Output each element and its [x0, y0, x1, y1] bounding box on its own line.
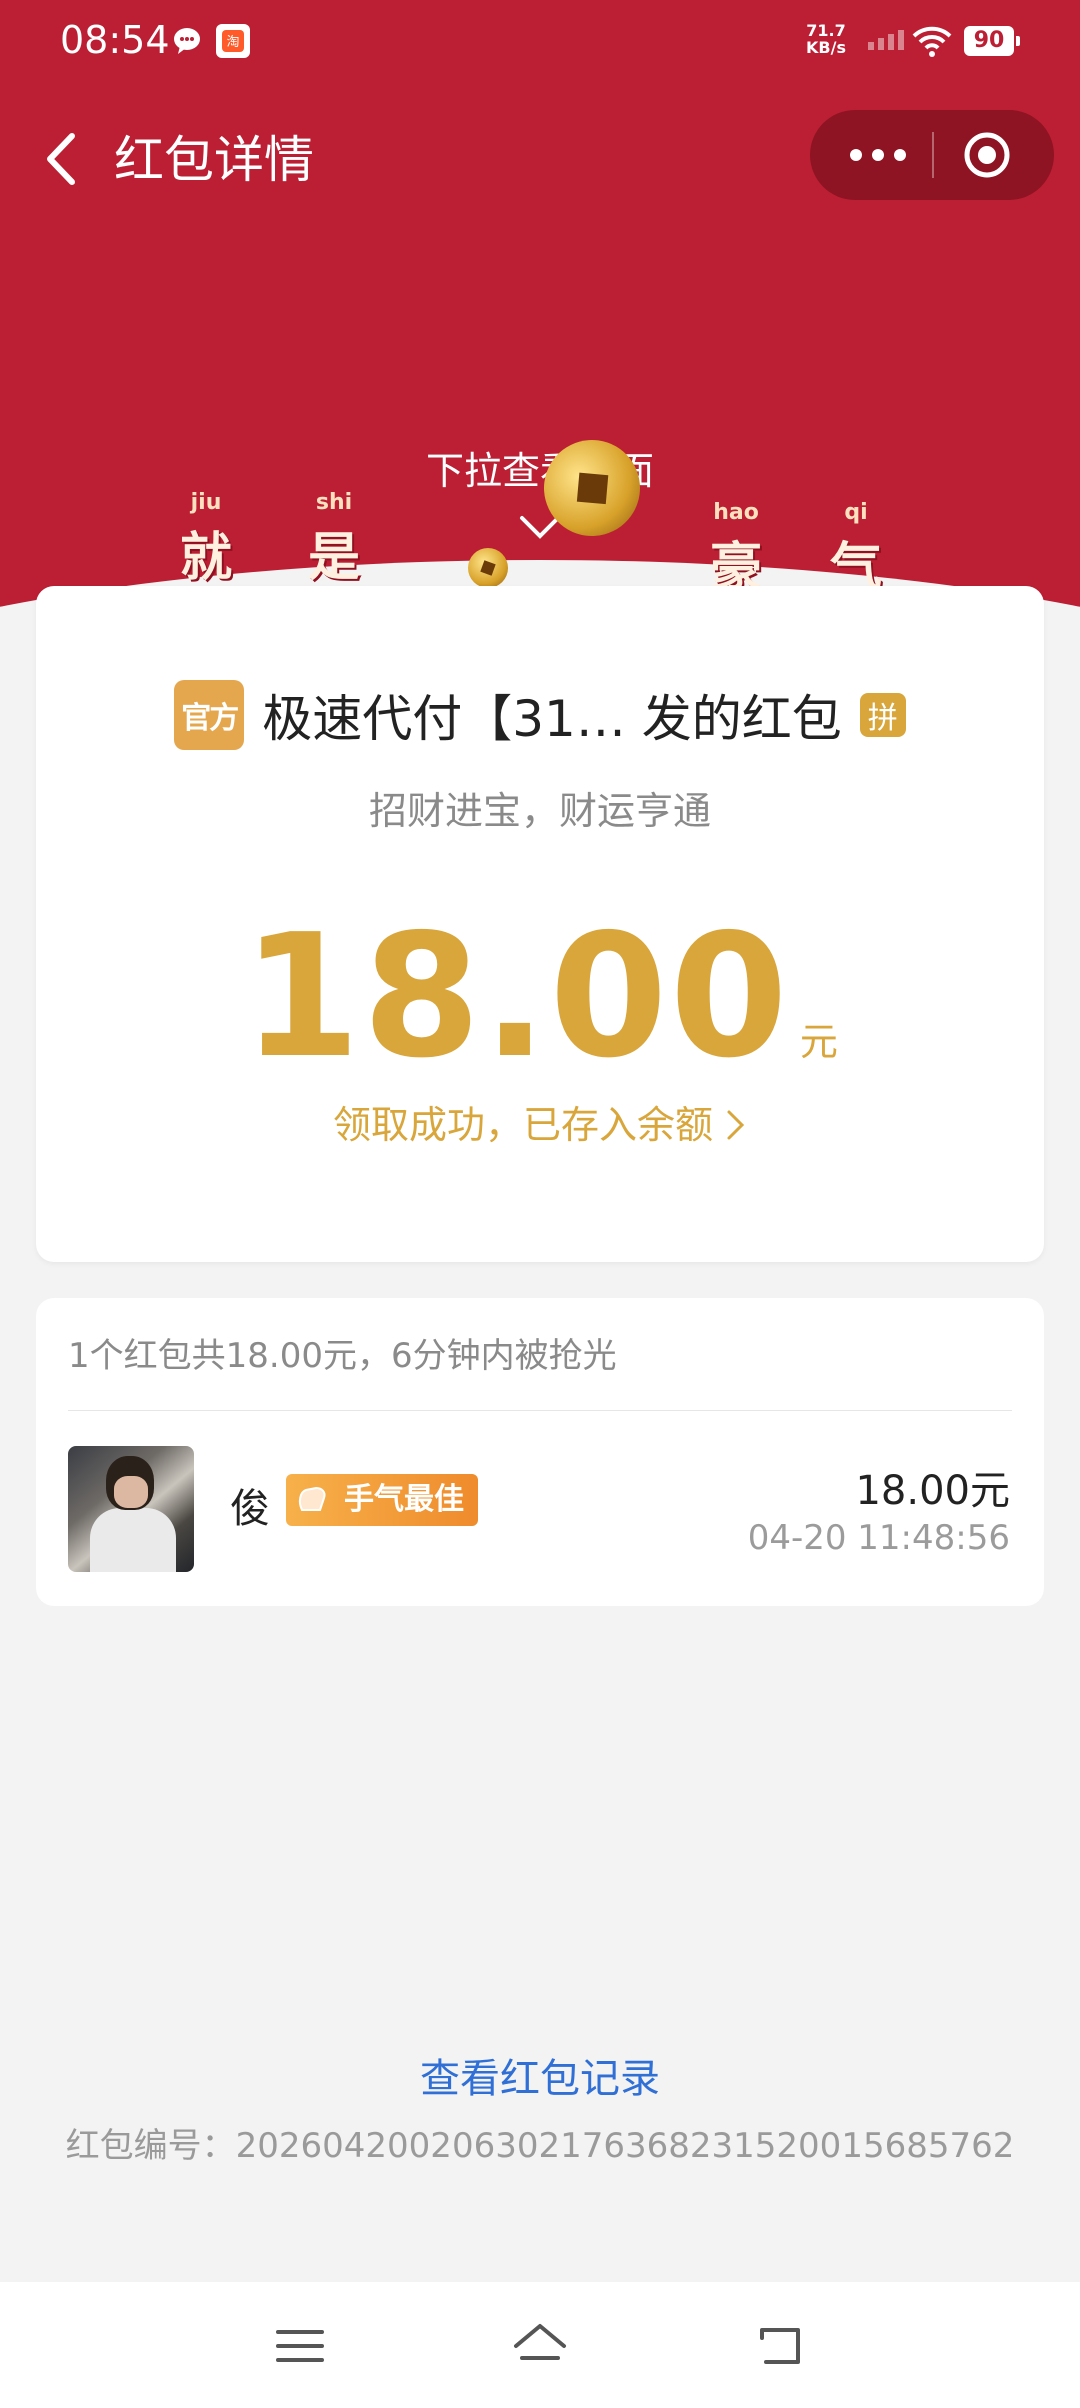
amount-unit: 元	[799, 1020, 838, 1064]
home-icon[interactable]	[510, 2316, 570, 2376]
cover-char-1: jiu 就	[179, 490, 232, 588]
battery-icon: 90	[964, 26, 1020, 56]
red-packet-card: 官方 极速代付【31… 发的红包 拼 招财进宝，财运亨通 18.00 元 领取成功…	[36, 586, 1044, 1262]
back-icon[interactable]	[750, 2316, 810, 2376]
target-close-icon[interactable]	[962, 130, 1012, 180]
cover-header: 08:54 淘 71.7 KB/s 90 红包详情 下拉查看封面 jiu 就 s…	[0, 0, 1080, 640]
sender-name: 极速代付【31… 发的红包	[262, 690, 842, 748]
pull-cover-hint[interactable]: 下拉查看封面	[0, 440, 1080, 495]
chat-bubble-icon	[172, 26, 202, 56]
signal-icon	[868, 30, 904, 50]
back-button[interactable]	[30, 124, 100, 194]
system-nav-bar	[0, 2282, 1080, 2408]
amount-row: 18.00 元	[36, 898, 1044, 1096]
pin-badge: 拼	[859, 693, 906, 737]
best-luck-label: 手气最佳	[344, 1482, 464, 1517]
more-dots-icon[interactable]	[850, 140, 920, 170]
status-time: 08:54	[60, 18, 170, 62]
cover-char-2: shi 是	[307, 490, 360, 588]
status-bar: 08:54 淘 71.7 KB/s 90	[0, 0, 1080, 84]
nav-bar: 红包详情	[0, 110, 1080, 210]
received-time: 04-20 11:48:56	[747, 1518, 1010, 1558]
list-divider	[68, 1410, 1012, 1411]
receiver-name: 俊	[230, 1486, 270, 1532]
received-amount: 18.00元	[855, 1468, 1010, 1514]
gold-coin-small	[468, 548, 508, 588]
receive-summary: 1个红包共18.00元，6分钟内被抢光	[68, 1336, 617, 1376]
cover-char-4: qi 气	[829, 500, 882, 598]
avatar[interactable]	[68, 1446, 194, 1572]
net-speed-value: 71.7	[806, 21, 846, 40]
page-title: 红包详情	[114, 131, 314, 189]
sender-row: 官方 极速代付【31… 发的红包 拼	[36, 680, 1044, 750]
chevron-right-icon	[725, 1103, 747, 1147]
packet-serial: 红包编号：20260420020630217636823152001568576…	[65, 2126, 1015, 2166]
net-speed: 71.7 KB/s	[806, 22, 846, 56]
claim-status-link[interactable]: 领取成功，已存入余额	[36, 1094, 1044, 1149]
official-badge: 官方	[174, 680, 245, 750]
wifi-icon	[912, 24, 952, 58]
taobao-app-icon: 淘	[216, 24, 250, 58]
view-records-link[interactable]: 查看红包记录	[0, 2046, 1080, 2104]
greeting: 招财进宝，财运亨通	[368, 789, 711, 833]
packet-amount: 18.00	[242, 898, 790, 1096]
capsule-divider	[932, 132, 934, 178]
menu-icon[interactable]	[270, 2316, 330, 2376]
net-speed-unit: KB/s	[806, 38, 846, 57]
best-luck-badge: 手气最佳	[286, 1474, 478, 1526]
chevron-left-icon	[47, 133, 75, 185]
cover-char-3: hao 豪	[709, 500, 762, 598]
receiver-list-card: 1个红包共18.00元，6分钟内被抢光 俊 手气最佳 18.00元 04-20 …	[36, 1298, 1044, 1606]
svg-text:淘: 淘	[226, 35, 239, 50]
hand-icon	[294, 1480, 334, 1520]
mini-program-capsule	[810, 110, 1054, 200]
claim-status-text: 领取成功，已存入余额	[332, 1103, 713, 1147]
